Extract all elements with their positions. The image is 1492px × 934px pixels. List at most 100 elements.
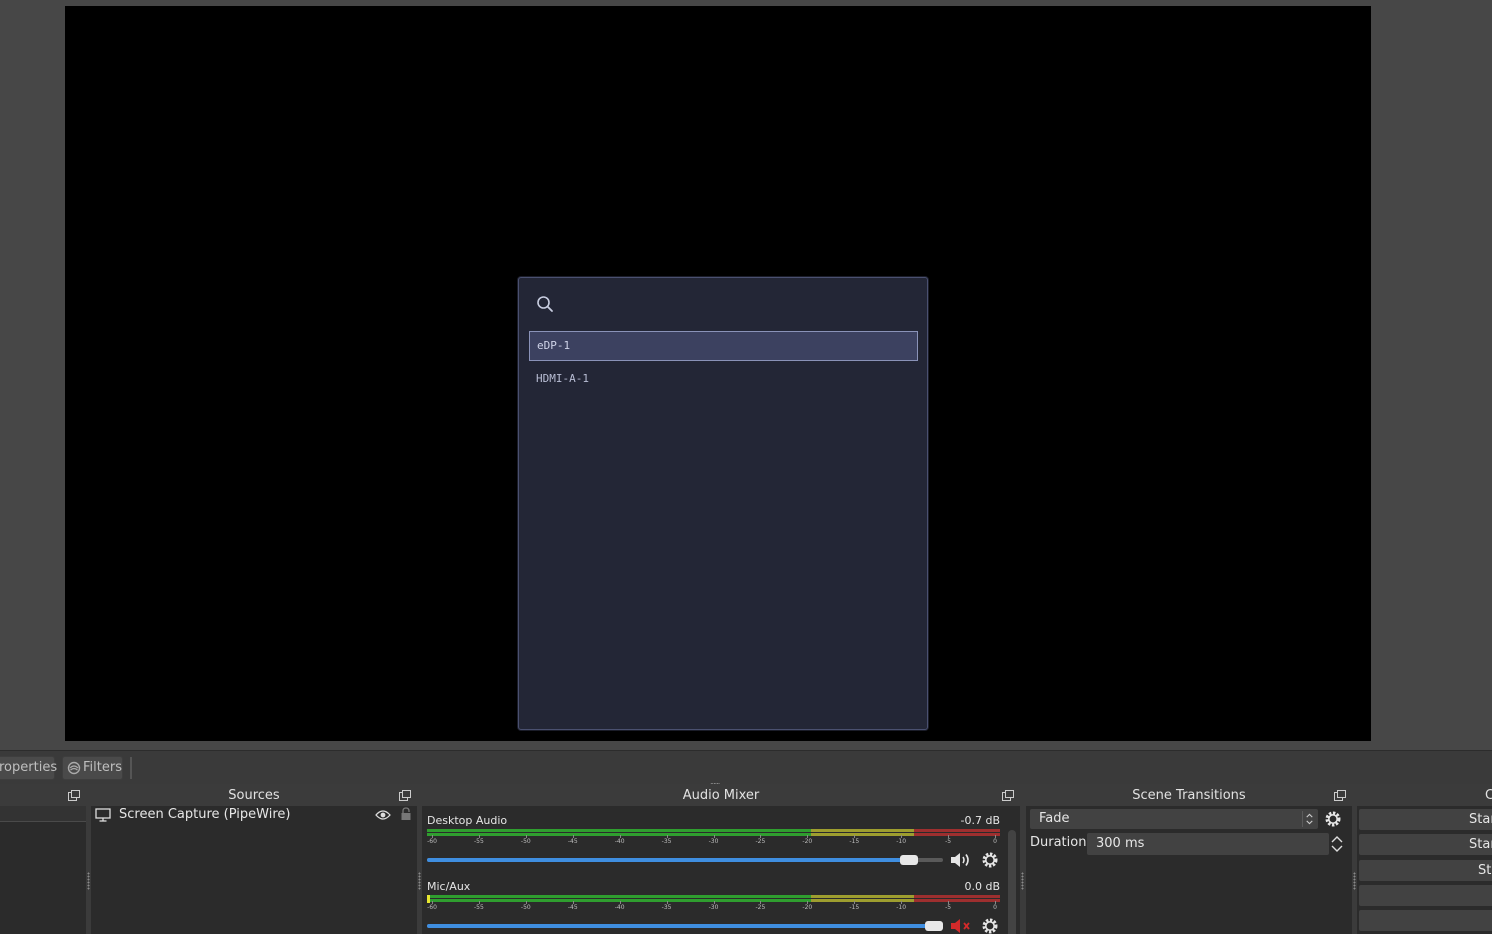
sources-dock: Sources Screen Capture (PipeWire) (91, 786, 417, 934)
controls-dock: C Star Star St (1357, 786, 1492, 934)
meter-segment (914, 829, 1000, 832)
picker-item-hdmi-a-1[interactable]: HDMI-A-1 (529, 364, 918, 394)
meter-segment (810, 895, 915, 898)
mixer-channel-desktop-audio: Desktop Audio -0.7 dB -60 -55 -50 -45 -40 -35… (427, 811, 1002, 873)
muted-speaker-icon[interactable] (949, 917, 973, 934)
tick-label: -50 (520, 838, 531, 845)
start-streaming-button[interactable]: Star (1359, 809, 1492, 830)
duration-value: 300 ms (1096, 836, 1145, 851)
volume-slider[interactable] (427, 921, 943, 931)
chevron-up-down-icon (1302, 811, 1313, 827)
button-label: St (1478, 863, 1492, 878)
peak-indicator (427, 895, 430, 903)
tick-label: -15 (849, 838, 860, 845)
unlock-icon[interactable] (400, 807, 412, 821)
spin-arrows-icon[interactable] (1330, 834, 1344, 854)
channel-name: Mic/Aux (427, 880, 471, 893)
sources-list: Screen Capture (PipeWire) (91, 806, 417, 934)
context-toolbar: roperties Filters (0, 750, 1492, 784)
speaker-icon[interactable] (949, 851, 973, 869)
tick-label: -10 (896, 904, 907, 911)
channel-db: 0.0 dB (964, 880, 1000, 893)
picker-search-input[interactable] (563, 292, 913, 314)
exit-button[interactable] (1359, 910, 1492, 931)
gear-icon[interactable] (1324, 810, 1342, 828)
meter-segment (810, 899, 915, 902)
meter-segment (427, 829, 811, 832)
tick-label: -30 (708, 904, 719, 911)
dock-drag-handle[interactable]: ...... (710, 778, 728, 786)
tick-label: -10 (896, 838, 907, 845)
obs-window: eDP-1 HDMI-A-1 roperties Filters ...... (0, 0, 1492, 934)
volume-slider-thumb[interactable] (900, 855, 919, 865)
tick-label: -55 (474, 904, 484, 911)
tick-label: -35 (661, 904, 672, 911)
properties-button[interactable]: roperties (0, 756, 57, 780)
filters-label: Filters (83, 760, 122, 775)
picker-item-edp-1[interactable]: eDP-1 (529, 331, 918, 361)
meter-scale: -60 -55 -50 -45 -40 -35 -30 -25 -20 -15 -10 -5 0 (427, 901, 1000, 914)
duration-label: Duration (1030, 835, 1087, 850)
volume-slider-fill (427, 858, 910, 862)
undock-icon[interactable] (68, 790, 80, 801)
tick-label: -45 (567, 904, 578, 911)
controls-title: C (1357, 786, 1492, 806)
transition-select[interactable]: Fade (1030, 809, 1318, 829)
studio-mode-button[interactable]: St (1359, 860, 1492, 881)
settings-button[interactable] (1359, 885, 1492, 906)
scenes-list[interactable] (0, 806, 86, 934)
volume-slider-fill (427, 924, 934, 928)
meter-segment (427, 895, 811, 898)
tick-label: -25 (755, 838, 766, 845)
tick-label: -35 (661, 838, 672, 845)
mixer-scrollbar[interactable] (1008, 830, 1016, 934)
tick-label: -5 (945, 838, 952, 845)
toolbar-separator (130, 757, 132, 779)
source-item[interactable]: Screen Capture (PipeWire) (91, 806, 417, 824)
monitor-icon (95, 808, 111, 822)
controls-title-text: C (1485, 788, 1492, 803)
scenes-dock (0, 786, 86, 934)
scene-transitions-title: Scene Transitions (1026, 786, 1352, 806)
tick-label: 0 (993, 838, 997, 845)
scene-list-item[interactable] (0, 806, 86, 822)
volume-slider-thumb[interactable] (925, 921, 943, 931)
eye-icon[interactable] (375, 809, 391, 821)
tick-label: -20 (802, 838, 813, 845)
undock-icon[interactable] (399, 790, 411, 801)
tick-label: -50 (520, 904, 531, 911)
tick-label: -40 (614, 904, 625, 911)
meter-segment (810, 833, 915, 836)
sources-dock-title: Sources (91, 786, 417, 806)
tick-label: -25 (755, 904, 766, 911)
gear-icon[interactable] (981, 917, 999, 934)
tick-label: -15 (849, 904, 860, 911)
meter-scale: -60 -55 -50 -45 -40 -35 -30 -25 -20 -15 -10 -5 0 (427, 835, 1000, 848)
channel-db: -0.7 dB (960, 814, 1001, 827)
volume-slider[interactable] (427, 855, 943, 865)
scene-transitions-dock: Scene Transitions Fade Duration 300 ms (1026, 786, 1352, 934)
duration-spinbox[interactable]: 300 ms (1087, 833, 1329, 855)
dock-splitter[interactable] (1020, 786, 1025, 934)
tick-label: -55 (474, 838, 484, 845)
gear-icon[interactable] (981, 851, 999, 869)
tick-label: -40 (614, 838, 625, 845)
output-picker: eDP-1 HDMI-A-1 (518, 277, 928, 730)
tick-label: -20 (802, 904, 813, 911)
meter-segment (914, 895, 1000, 898)
search-icon (537, 296, 553, 312)
audio-mixer-dock: Audio Mixer Desktop Audio -0.7 dB -60 -55… (422, 786, 1020, 934)
undock-icon[interactable] (1334, 790, 1346, 801)
undock-icon[interactable] (1002, 790, 1014, 801)
tick-label: 0 (993, 904, 997, 911)
meter-segment (914, 833, 1000, 836)
meter-segment (914, 899, 1000, 902)
tick-label: -45 (567, 838, 578, 845)
filters-button[interactable]: Filters (62, 756, 123, 780)
button-label: Star (1469, 812, 1492, 827)
tick-label: -60 (427, 904, 437, 911)
mixer-channel-mic-aux: Mic/Aux 0.0 dB -60 -55 -50 -45 -40 -35 -30 -25 -… (427, 877, 1002, 934)
button-label: Star (1469, 837, 1492, 852)
meter-segment (810, 829, 915, 832)
start-recording-button[interactable]: Star (1359, 834, 1492, 855)
